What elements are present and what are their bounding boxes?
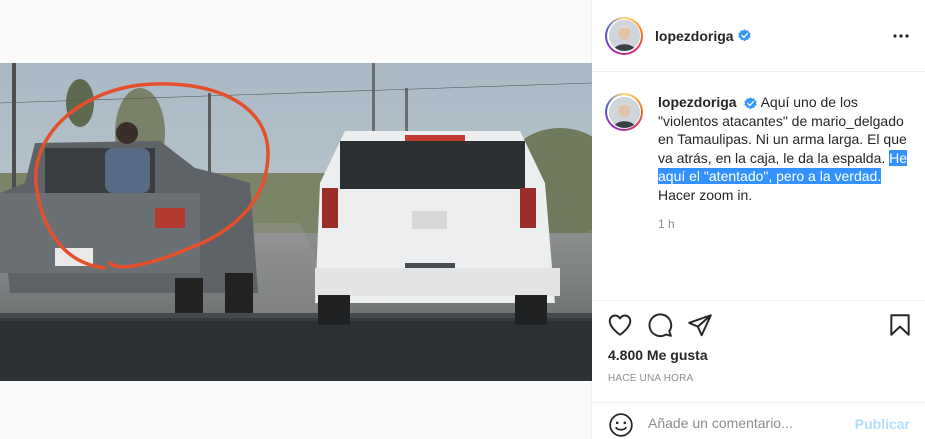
post-media-area xyxy=(0,0,592,439)
emoji-icon[interactable] xyxy=(608,412,634,438)
avatar xyxy=(608,20,640,51)
paper-plane-icon[interactable] xyxy=(687,312,713,338)
verified-badge-icon xyxy=(744,97,758,110)
road-photo-image xyxy=(0,63,592,381)
comment-input[interactable] xyxy=(648,415,848,431)
header-username[interactable]: lopezdoriga xyxy=(655,28,734,44)
verified-badge-icon xyxy=(737,29,751,42)
avatar-story-ring[interactable] xyxy=(605,16,643,55)
caption-tail: Hacer zoom in. xyxy=(658,186,753,203)
comment-bubble-icon[interactable] xyxy=(647,312,673,338)
caption-avatar-ring[interactable] xyxy=(605,93,643,131)
add-comment-bar: Publicar xyxy=(592,402,925,439)
caption-text: lopezdoriga Aquí uno de los "violentos a… xyxy=(658,93,915,204)
post-side-panel: lopezdoriga lopezdoriga Aquí uno de los … xyxy=(592,0,925,439)
more-options-icon[interactable] xyxy=(892,27,910,45)
publish-button[interactable]: Publicar xyxy=(855,416,910,432)
caption-avatar xyxy=(608,96,640,128)
caption-username[interactable]: lopezdoriga xyxy=(658,94,737,110)
post-timestamp[interactable]: HACE UNA HORA xyxy=(608,373,693,384)
likes-count[interactable]: 4.800 Me gusta xyxy=(608,347,708,363)
comment-timestamp[interactable]: 1 h xyxy=(658,217,675,231)
action-bar: 4.800 Me gusta HACE UNA HORA xyxy=(592,300,925,410)
heart-icon[interactable] xyxy=(607,312,633,338)
bookmark-icon[interactable] xyxy=(887,312,913,338)
post-header: lopezdoriga xyxy=(592,0,925,72)
caption-comment: lopezdoriga Aquí uno de los "violentos a… xyxy=(605,93,915,204)
post-photo[interactable] xyxy=(0,63,592,381)
